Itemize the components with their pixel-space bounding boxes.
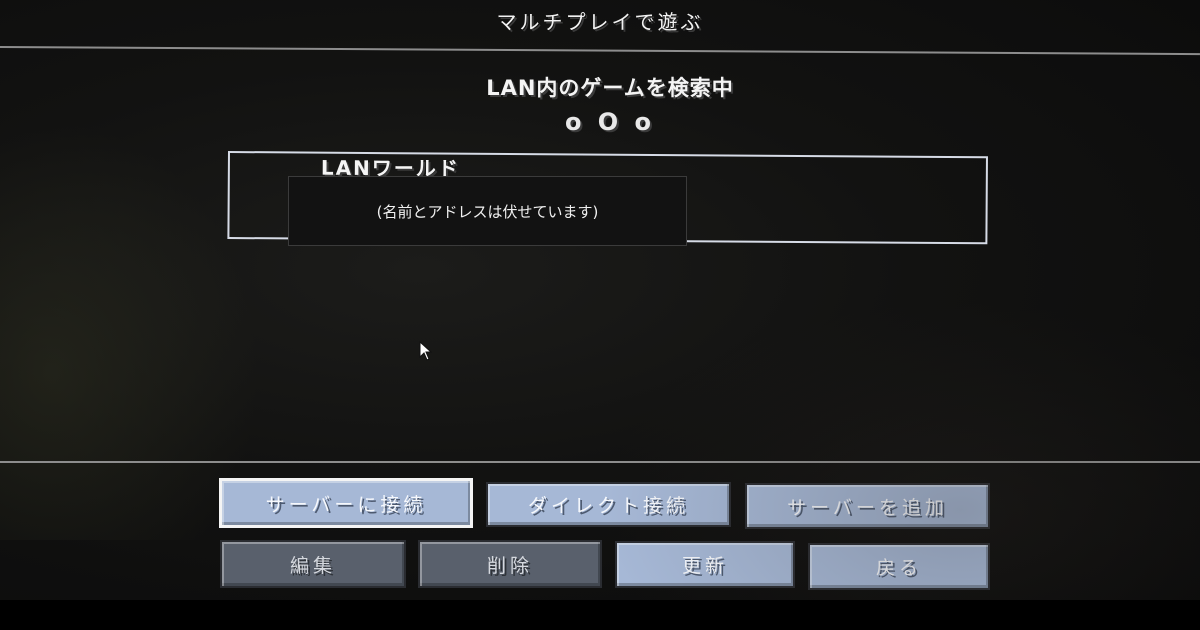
bottom-divider — [0, 461, 1200, 463]
multiplayer-screen: マルチプレイで遊ぶ LAN内のゲームを検索中 o O o LANワールド (名前… — [0, 0, 1200, 600]
refresh-button[interactable]: 更新 — [615, 541, 795, 588]
add-server-button[interactable]: サーバーを追加 — [745, 483, 990, 529]
privacy-overlay: (名前とアドレスは伏せています) — [288, 176, 687, 246]
lan-search-heading: LAN内のゲームを検索中 — [486, 76, 734, 100]
privacy-note: (名前とアドレスは伏せています) — [376, 202, 599, 221]
edit-button[interactable]: 編集 — [220, 540, 406, 588]
delete-button[interactable]: 削除 — [418, 540, 602, 588]
scanning-indicator: o O o — [564, 108, 656, 136]
direct-connect-button[interactable]: ダイレクト接続 — [486, 482, 731, 527]
mouse-cursor-icon — [419, 341, 433, 361]
screen-title: マルチプレイで遊ぶ — [496, 10, 704, 34]
top-divider — [0, 46, 1200, 56]
join-server-button[interactable]: サーバーに接続 — [219, 478, 473, 528]
back-button[interactable]: 戻る — [808, 543, 990, 590]
